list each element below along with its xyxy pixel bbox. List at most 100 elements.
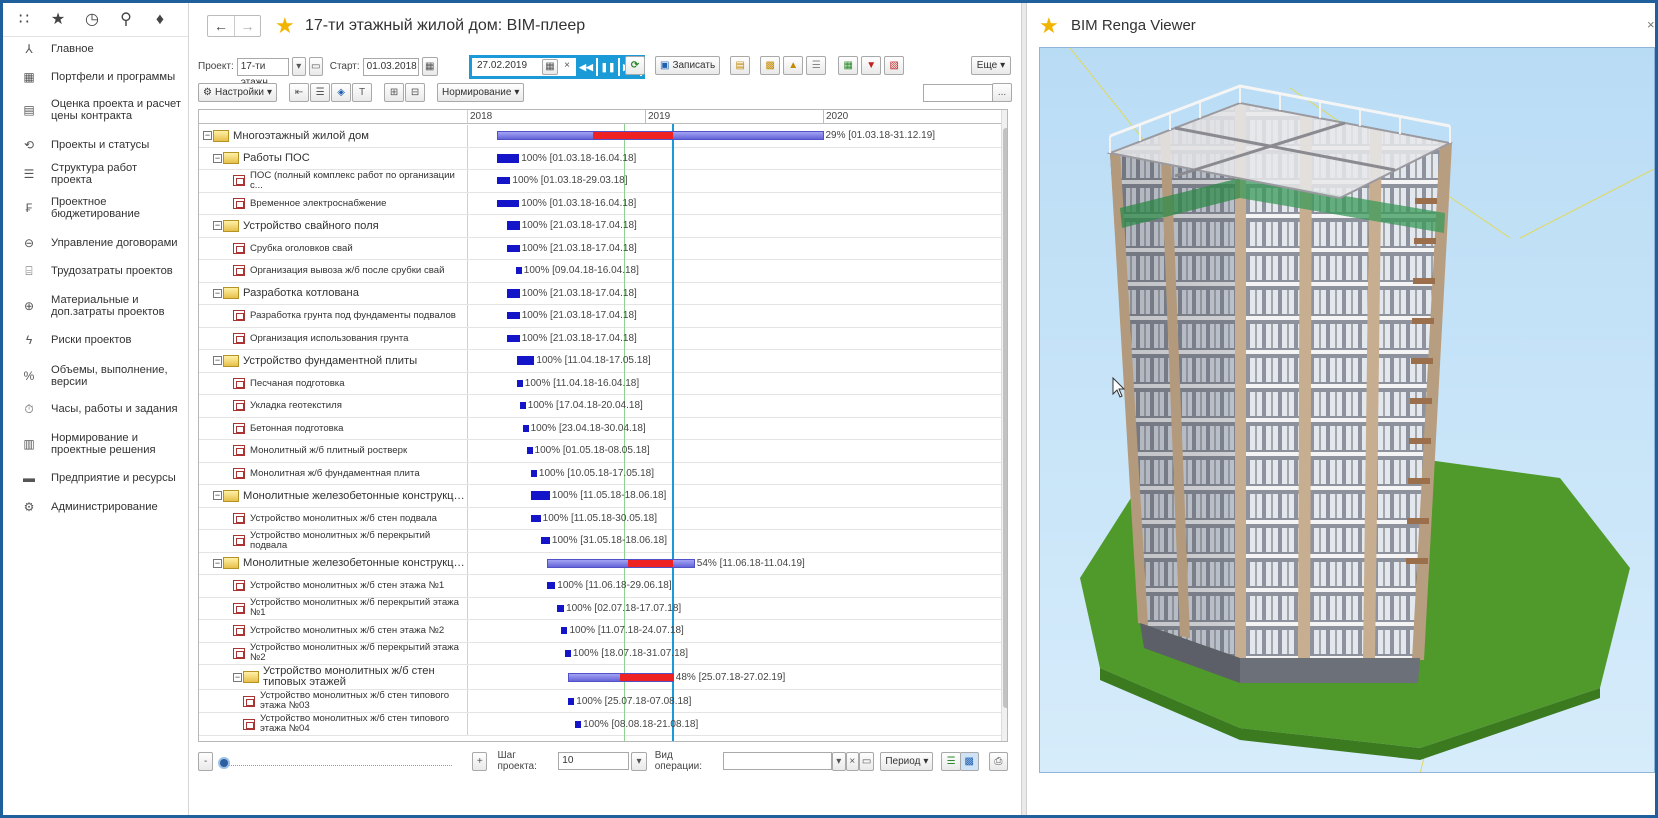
sidebar-item-10[interactable]: ϟ Риски проектов [3,332,187,348]
table-row[interactable]: − Работы ПОС [199,147,1001,170]
bim-view-icon[interactable]: ▩ [959,751,979,771]
link-icon[interactable]: ◈ [331,83,352,102]
history-icon[interactable]: ◷ [83,11,101,29]
calendar-icon[interactable]: ▦ [421,57,438,76]
settings-button[interactable]: ⚙ Настройки ▾ [198,83,278,102]
table-row[interactable]: − Устройство монолитных ж/б стен типовых … [199,665,1001,690]
collapse-icon[interactable]: − [213,221,222,231]
sidebar-item-3[interactable]: ▤ Оценка проекта и расчет цены контракта [3,95,187,125]
sidebar-item-6[interactable]: ₣ Проектное бюджетирование [3,193,187,223]
filter-pick-button[interactable]: ... [992,83,1012,102]
step-field[interactable]: 10 [558,752,630,770]
search-icon[interactable]: ⚲ [117,11,135,29]
collapse-icon[interactable]: − [213,558,222,568]
table-row[interactable]: Временное электроснабжение [199,192,1001,215]
table-row[interactable]: Организация использования грунта [199,327,1001,350]
table-row[interactable]: Устройство монолитных ж/б стен этажа №2 [199,620,1001,643]
star-icon[interactable]: ★ [49,11,67,29]
collapse-icon[interactable]: − [213,491,222,501]
sidebar-item-5[interactable]: ☰ Структура работ проекта [3,162,187,186]
sidebar-item-1[interactable]: ⅄ Главное [3,41,187,57]
refresh-icon[interactable]: ⟳ [625,56,645,75]
table-row[interactable]: Устройство монолитных ж/б перекрытий под… [199,530,1001,553]
table-row[interactable]: Песчаная подготовка [199,372,1001,395]
bell-icon[interactable]: ♦ [151,11,169,29]
chart-icon[interactable]: ▩ [760,56,781,75]
table-row[interactable]: − Разработка котлована [199,282,1001,305]
dropdown-arrow-icon[interactable]: ▾ [291,57,306,76]
collapse-icon[interactable]: − [203,131,212,141]
sidebar-item-14[interactable]: ▬ Предприятие и ресурсы [3,470,187,486]
table-row[interactable]: Монолитный ж/б плитный ростверк [199,440,1001,463]
sidebar-item-13[interactable]: ▥ Нормирование и проектные решения [3,429,187,459]
filter-icon[interactable]: ▼ [861,56,882,75]
back-arrow-icon[interactable]: ← [208,16,234,36]
favorite-star-icon[interactable]: ★ [1039,15,1059,37]
gantt-view-icon[interactable]: ☰ [941,751,961,771]
current-date-field[interactable]: 27.02.2019 [474,58,540,76]
table-row[interactable]: − Устройство фундаментной плиты [199,350,1001,373]
table-row[interactable]: Разработка грунта под фундаменты подвало… [199,305,1001,328]
gantt-chart[interactable]: 2018 2019 2020 − Многоэтажный жилой дом − Р… [198,109,1008,742]
table-row[interactable]: Устройство монолитных ж/б стен этажа №1 [199,575,1001,598]
favorite-star-icon[interactable]: ★ [275,15,295,37]
sidebar-item-2[interactable]: ▦ Портфели и программы [3,69,187,85]
operation-field[interactable] [722,752,833,770]
scrollbar-thumb[interactable] [1003,128,1007,708]
calc-forward-icon[interactable]: ⊞ [384,83,405,102]
tree-icon[interactable]: ☰ [806,56,827,75]
open-icon[interactable]: ▭ [308,57,323,76]
collapse-icon[interactable]: − [213,288,222,298]
text-format-icon[interactable]: T [352,83,373,102]
pause-button[interactable]: ❚❚ [598,58,618,76]
collapse-icon[interactable]: − [213,153,222,163]
close-icon[interactable]: × [1647,17,1655,32]
sidebar-item-15[interactable]: ⚙ Администрирование [3,499,187,515]
table-row[interactable]: ПОС (полный комплекс работ по организаци… [199,170,1001,193]
grid-icon[interactable]: ▧ [884,56,905,75]
print-icon[interactable]: ⎙ [988,751,1009,771]
table-row[interactable]: Устройство монолитных ж/б стен подвала [199,507,1001,530]
dropdown-arrow-icon[interactable]: ▾ [631,751,647,771]
table-row[interactable]: Бетонная подготовка [199,417,1001,440]
zoom-slider[interactable] [218,751,458,771]
start-date-field[interactable]: 01.03.2018 [362,57,419,76]
project-select[interactable]: 17-ти этажн [236,57,289,88]
calc-back-icon[interactable]: ⊟ [405,83,426,102]
apps-grid-icon[interactable]: ∷ [15,11,33,29]
excel-icon[interactable]: ▦ [838,56,859,75]
table-row[interactable]: Устройство монолитных ж/б стен типового … [199,690,1001,713]
hierarchy-icon[interactable]: ▲ [783,56,804,75]
table-row[interactable]: − Монолитные железобетонные конструкци... [199,552,1001,575]
open-icon[interactable]: ▭ [858,751,875,771]
sidebar-item-11[interactable]: % Объемы, выполнение, версии [3,361,187,391]
sidebar-item-12[interactable]: ⏱ Часы, работы и задания [3,401,187,417]
sidebar-item-9[interactable]: ⊕ Материальные и доп.затраты проектов [3,291,187,321]
clear-icon[interactable]: × [845,751,859,771]
zoom-out-button[interactable]: - [198,751,214,771]
more-button[interactable]: Еще ▾ [971,56,1011,75]
indent-icon[interactable]: ⇤ [289,83,310,102]
table-row[interactable]: − Устройство свайного поля [199,215,1001,238]
vertical-scrollbar[interactable] [1001,110,1007,741]
table-row[interactable]: Монолитная ж/б фундаментная плита [199,462,1001,485]
calendar-icon[interactable]: ▦ [542,59,558,75]
bim-3d-canvas[interactable] [1039,47,1655,773]
period-button[interactable]: Период ▾ [880,751,934,771]
sidebar-item-8[interactable]: ⌸ Трудозатраты проектов [3,263,187,279]
clear-icon[interactable]: × [560,59,574,75]
filter-input[interactable] [923,84,993,102]
table-row[interactable]: Срубка оголовков свай [199,237,1001,260]
zoom-in-button[interactable]: + [472,751,488,771]
record-button[interactable]: ▣ Записать [655,56,721,75]
table-row[interactable]: Устройство монолитных ж/б стен типового … [199,713,1001,736]
dropdown-arrow-icon[interactable]: ▾ [832,751,846,771]
folder-export-icon[interactable]: ▤ [730,56,751,75]
sidebar-item-4[interactable]: ⟲ Проекты и статусы [3,137,187,153]
collapse-icon[interactable]: − [233,672,242,682]
table-row[interactable]: Укладка геотекстиля [199,395,1001,418]
table-row[interactable]: Устройство монолитных ж/б перекрытий эта… [199,642,1001,665]
table-row[interactable]: − Многоэтажный жилой дом [199,125,1001,148]
outline-icon[interactable]: ☰ [310,83,331,102]
collapse-icon[interactable]: − [213,356,222,366]
